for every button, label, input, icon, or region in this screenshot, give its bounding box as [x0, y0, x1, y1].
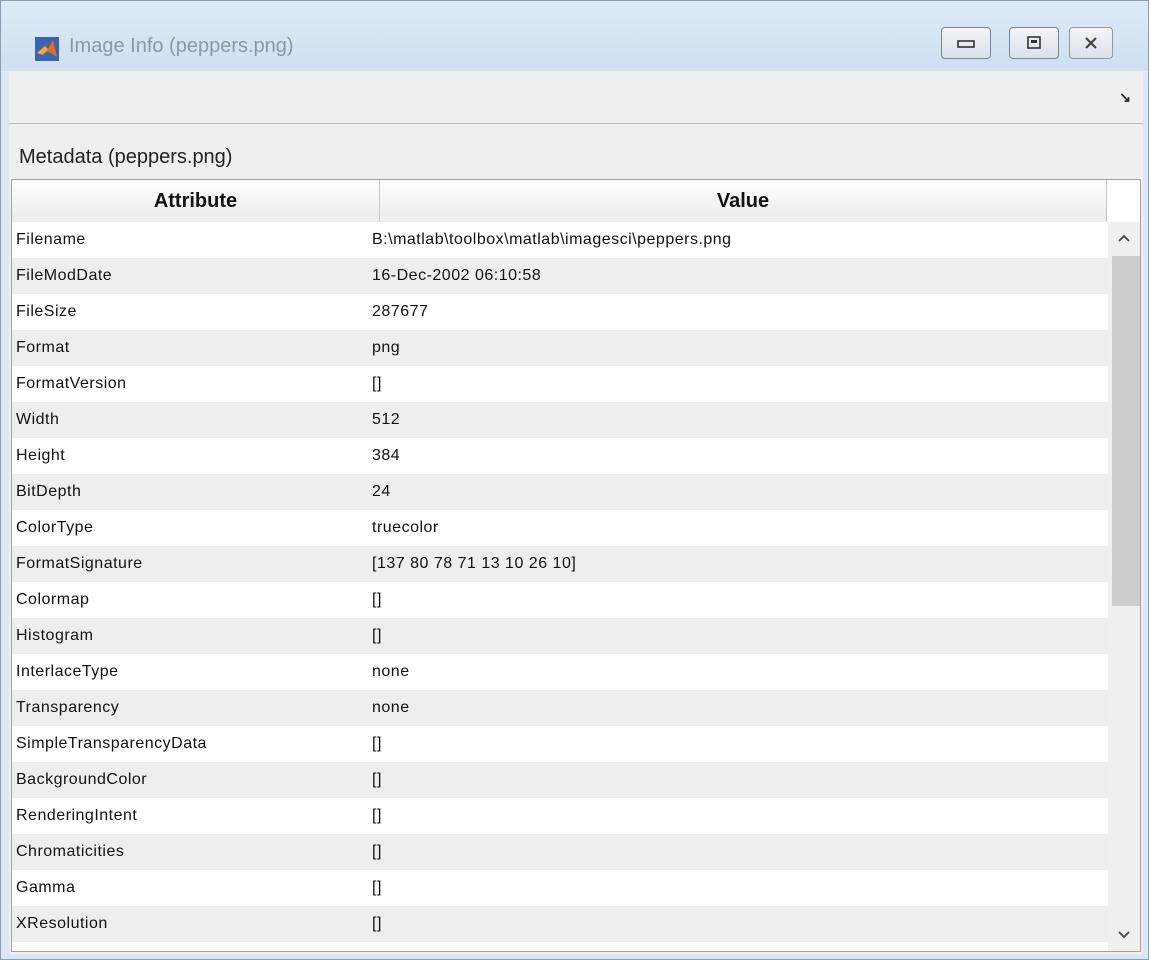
attribute-cell: Chromaticities [16, 843, 125, 860]
attribute-cell: FileModDate [16, 267, 113, 284]
undock-arrow-icon[interactable]: ↘ [1119, 89, 1131, 106]
attribute-cell: Filename [16, 231, 86, 248]
close-icon [1085, 37, 1097, 49]
value-cell: [] [372, 879, 382, 896]
table-row[interactable]: Histogram [] [12, 618, 1108, 654]
value-cell: [] [372, 843, 382, 860]
table-row[interactable]: RenderingIntent [] [12, 798, 1108, 834]
attribute-cell: InterlaceType [16, 663, 119, 680]
attribute-cell: BackgroundColor [16, 771, 148, 788]
value-cell: png [372, 339, 401, 356]
value-cell: 512 [372, 411, 401, 428]
attribute-cell: Format [16, 339, 70, 356]
attribute-cell: Width [16, 411, 60, 428]
minimize-button[interactable] [941, 27, 991, 59]
image-info-window: Image Info (peppers.png) ↘ Metadata (pep… [0, 0, 1149, 960]
attribute-cell: FileSize [16, 303, 77, 320]
window-title: Image Info (peppers.png) [69, 35, 294, 57]
attribute-cell: XResolution [16, 915, 108, 932]
value-cell: [] [372, 735, 382, 752]
attribute-cell: SimpleTransparencyData [16, 735, 207, 752]
value-cell: [137 80 78 71 13 10 26 10] [372, 555, 577, 572]
attribute-cell: Gamma [16, 879, 76, 896]
chevron-down-icon [1118, 931, 1130, 939]
scroll-up-button[interactable] [1108, 222, 1140, 254]
table-row[interactable]: FileModDate 16-Dec-2002 06:10:58 [12, 258, 1108, 294]
column-header-value[interactable]: Value [380, 180, 1107, 222]
table-row[interactable]: BitDepth 24 [12, 474, 1108, 510]
attribute-cell: Histogram [16, 627, 94, 644]
chevron-up-icon [1118, 234, 1130, 242]
value-cell: 24 [372, 483, 391, 500]
close-button[interactable] [1069, 27, 1113, 59]
table-row[interactable]: SimpleTransparencyData [] [12, 726, 1108, 762]
attribute-cell: FormatSignature [16, 555, 143, 572]
value-cell: [] [372, 915, 382, 932]
attribute-cell: BitDepth [16, 483, 82, 500]
table-row[interactable]: FileSize 287677 [12, 294, 1108, 330]
table-row[interactable]: XResolution [] [12, 906, 1108, 942]
metadata-panel: Metadata (peppers.png) Attribute Value F… [9, 124, 1143, 954]
attribute-cell: Transparency [16, 699, 120, 716]
attribute-cell: RenderingIntent [16, 807, 138, 824]
metadata-table: Attribute Value Filename B:\matlab\toolbo… [11, 179, 1141, 952]
attribute-cell: Height [16, 447, 66, 464]
table-row[interactable]: BackgroundColor [] [12, 762, 1108, 798]
table-row[interactable]: Colormap [] [12, 582, 1108, 618]
minimize-icon [957, 40, 975, 48]
table-row[interactable]: Format png [12, 330, 1108, 366]
value-cell: [] [372, 591, 382, 608]
table-row[interactable]: FormatSignature [137 80 78 71 13 10 26 10… [12, 546, 1108, 582]
toolbar: ↘ [9, 71, 1143, 124]
table-row[interactable]: Transparency none [12, 690, 1108, 726]
title-bar[interactable]: Image Info (peppers.png) [1, 1, 1148, 71]
value-cell: 16-Dec-2002 06:10:58 [372, 267, 542, 284]
table-row[interactable]: Width 512 [12, 402, 1108, 438]
table-row[interactable]: Filename B:\matlab\toolbox\matlab\imagesc… [12, 222, 1108, 258]
table-row[interactable]: Height 384 [12, 438, 1108, 474]
value-cell: 287677 [372, 303, 429, 320]
matlab-logo-icon [35, 37, 59, 61]
attribute-cell: FormatVersion [16, 375, 127, 392]
value-cell: B:\matlab\toolbox\matlab\imagesci\pepper… [372, 231, 732, 248]
attribute-cell: Colormap [16, 591, 90, 608]
table-row[interactable]: Gamma [] [12, 870, 1108, 906]
attribute-cell: ColorType [16, 519, 94, 536]
scrollbar-thumb[interactable] [1112, 256, 1140, 606]
table-row[interactable]: ColorType truecolor [12, 510, 1108, 546]
column-header-attribute[interactable]: Attribute [12, 180, 380, 222]
scroll-down-button[interactable] [1108, 919, 1140, 951]
value-cell: none [372, 663, 410, 680]
table-row[interactable]: Chromaticities [] [12, 834, 1108, 870]
value-cell: none [372, 699, 410, 716]
maximize-icon [1027, 36, 1041, 49]
value-cell: 384 [372, 447, 401, 464]
value-cell: [] [372, 627, 382, 644]
maximize-button[interactable] [1009, 27, 1059, 59]
panel-title: Metadata (peppers.png) [19, 146, 233, 168]
value-cell: [] [372, 807, 382, 824]
vertical-scrollbar[interactable] [1108, 222, 1140, 951]
table-row[interactable]: InterlaceType none [12, 654, 1108, 690]
table-header: Attribute Value [12, 180, 1107, 223]
value-cell: [] [372, 375, 382, 392]
table-body: Filename B:\matlab\toolbox\matlab\imagesc… [12, 222, 1108, 942]
value-cell: truecolor [372, 519, 439, 536]
table-row[interactable]: FormatVersion [] [12, 366, 1108, 402]
value-cell: [] [372, 771, 382, 788]
